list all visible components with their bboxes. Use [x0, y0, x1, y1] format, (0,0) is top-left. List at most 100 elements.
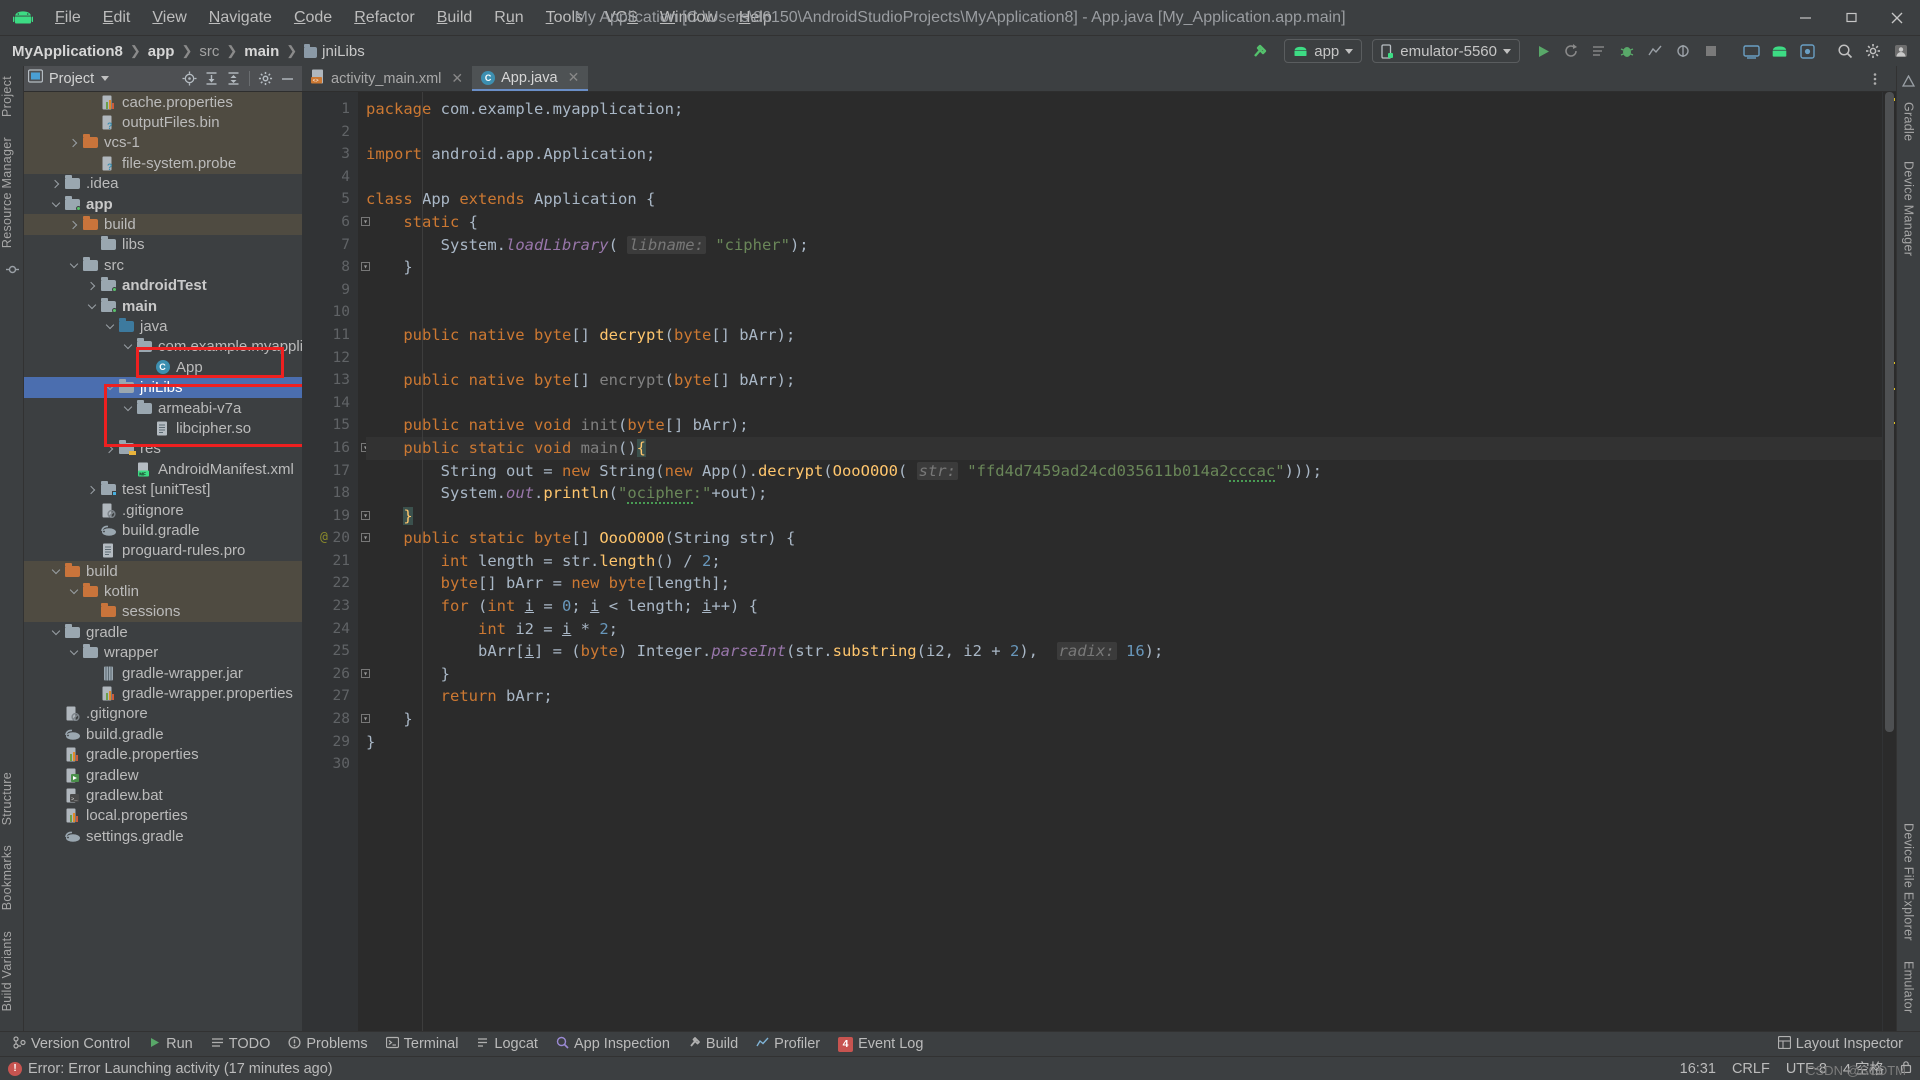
menu-tools[interactable]: Tools [535, 5, 594, 31]
chevron-down-icon[interactable] [101, 76, 110, 81]
code-line[interactable]: } [366, 256, 1882, 279]
line-number[interactable]: 12 [302, 347, 358, 370]
scroll-from-source-button[interactable] [179, 68, 200, 89]
menu-build[interactable]: Build [426, 5, 484, 31]
run-configuration-selector[interactable]: app [1284, 39, 1363, 63]
status-error-text[interactable]: Error: Error Launching activity (17 minu… [28, 1061, 333, 1077]
tree-twisty[interactable] [84, 155, 100, 171]
tree-node-armeabi-v7a[interactable]: armeabi-v7a [24, 398, 302, 418]
search-everywhere-button[interactable] [1832, 39, 1858, 63]
tree-node-idea[interactable]: .idea [24, 174, 302, 194]
line-number[interactable]: 1 [302, 98, 358, 121]
line-number[interactable]: 14 [302, 392, 358, 415]
collapse-arrow-icon[interactable] [120, 339, 136, 355]
line-number[interactable]: 10 [302, 301, 358, 324]
tree-node-local-properties[interactable]: local.properties [24, 806, 302, 826]
code-line[interactable] [366, 392, 1882, 415]
collapse-arrow-icon[interactable] [84, 298, 100, 314]
code-line[interactable] [366, 753, 1882, 776]
collapse-arrow-icon[interactable] [66, 257, 82, 273]
menu-navigate[interactable]: Navigate [198, 5, 283, 31]
tree-node-androidmanifest-xml[interactable]: MF AndroidManifest.xml [24, 459, 302, 479]
rail-item-emulator[interactable]: Emulator [1902, 951, 1916, 1023]
tree-node-gradle-wrapper-properties[interactable]: gradle-wrapper.properties [24, 683, 302, 703]
rail-item-bookmarks[interactable]: Bookmarks [0, 835, 23, 920]
tree-node-proguard-rules-pro[interactable]: proguard-rules.pro [24, 541, 302, 561]
code-line[interactable]: public native byte[] decrypt(byte[] bArr… [366, 324, 1882, 347]
tree-twisty[interactable] [138, 420, 154, 436]
line-number[interactable]: 18 [302, 482, 358, 505]
tool-window-todo[interactable]: TODO [202, 1034, 280, 1055]
code-line[interactable]: package com.example.myapplication; [366, 98, 1882, 121]
line-number[interactable]: 22 [302, 572, 358, 595]
expand-arrow-icon[interactable] [48, 176, 64, 192]
tree-node-app[interactable]: C App [24, 357, 302, 377]
tree-node-cache-properties[interactable]: cache.properties [24, 92, 302, 113]
device-manager-button[interactable] [1738, 39, 1764, 63]
code-line[interactable]: static { [366, 211, 1882, 234]
line-number[interactable]: 3 [302, 143, 358, 166]
override-marker[interactable]: @ [320, 527, 328, 550]
code-editor[interactable]: 123456▾78▾910111213141516▾171819▾@20▾212… [302, 92, 1896, 1031]
collapse-arrow-icon[interactable] [102, 318, 118, 334]
avd-manager-button[interactable] [1794, 39, 1820, 63]
tab-activity-main-xml[interactable]: <> activity_main.xml ✕ [302, 66, 472, 91]
expand-arrow-icon[interactable] [66, 217, 82, 233]
line-number[interactable]: 2 [302, 121, 358, 144]
menu-vcs[interactable]: VCS [594, 5, 649, 31]
line-number[interactable]: 24 [302, 618, 358, 641]
tree-node-settings-gradle[interactable]: settings.gradle [24, 826, 302, 846]
breadcrumb-item-main[interactable]: main [244, 43, 279, 60]
tool-window-run[interactable]: Run [139, 1034, 202, 1055]
code-line[interactable]: System.out.println("ocipher:"+out); [366, 482, 1882, 505]
tool-window-terminal[interactable]: Terminal [377, 1034, 468, 1055]
menu-view[interactable]: View [141, 5, 197, 31]
line-number[interactable]: 15 [302, 414, 358, 437]
tool-window-version-control[interactable]: Version Control [4, 1034, 139, 1055]
collapse-arrow-icon[interactable] [102, 380, 118, 396]
sdk-manager-button[interactable] [1766, 39, 1792, 63]
tree-node-src[interactable]: src [24, 255, 302, 275]
code-line[interactable]: int length = str.length() / 2; [366, 550, 1882, 573]
tree-node-gradle[interactable]: gradle [24, 622, 302, 642]
device-selector[interactable]: emulator-5560 [1372, 39, 1520, 63]
code-content[interactable]: package com.example.myapplication; impor… [358, 92, 1882, 1031]
code-line[interactable] [366, 347, 1882, 370]
account-button[interactable] [1888, 39, 1914, 63]
tree-node-gradle-properties[interactable]: gradle.properties [24, 745, 302, 765]
tree-node-libs[interactable]: libs [24, 235, 302, 255]
code-line[interactable]: return bArr; [366, 685, 1882, 708]
line-number[interactable]: @20 ▾ [302, 527, 370, 550]
code-line[interactable] [366, 301, 1882, 324]
collapse-arrow-icon[interactable] [66, 584, 82, 600]
code-line[interactable] [366, 279, 1882, 302]
tab-app-java[interactable]: C App.java ✕ [472, 66, 589, 91]
tree-twisty[interactable] [84, 686, 100, 702]
gradle-sync-icon[interactable] [1897, 70, 1920, 92]
code-line[interactable]: import android.app.Application; [366, 143, 1882, 166]
tree-node-res[interactable]: res [24, 439, 302, 459]
expand-arrow-icon[interactable] [84, 278, 100, 294]
profiler-button[interactable] [1642, 39, 1668, 63]
tool-window-profiler[interactable]: Profiler [747, 1034, 829, 1055]
tool-window-build[interactable]: Build [679, 1034, 747, 1055]
tree-node-build[interactable]: build [24, 560, 302, 582]
tree-twisty[interactable] [138, 359, 154, 375]
line-number[interactable]: 5 [302, 188, 358, 211]
menu-run[interactable]: Run [483, 5, 534, 31]
code-line[interactable]: } [366, 505, 1882, 528]
tree-twisty[interactable] [48, 767, 64, 783]
line-number[interactable]: 6 ▾ [302, 211, 370, 234]
rail-item-resource-manager[interactable]: Resource Manager [0, 127, 23, 258]
line-number[interactable]: 16▾ [302, 437, 370, 460]
line-number[interactable]: 4 [302, 166, 358, 189]
apply-code-changes-button[interactable] [1586, 39, 1612, 63]
project-settings-gear-icon[interactable] [255, 68, 276, 89]
collapse-all-button[interactable] [223, 68, 244, 89]
hide-panel-button[interactable] [277, 68, 298, 89]
rail-item-structure[interactable]: Structure [0, 762, 23, 835]
close-button[interactable] [1874, 0, 1920, 35]
code-line[interactable]: int i2 = i * 2; [366, 618, 1882, 641]
tree-twisty[interactable] [84, 115, 100, 131]
tree-node-gradlew[interactable]: gradlew [24, 765, 302, 785]
